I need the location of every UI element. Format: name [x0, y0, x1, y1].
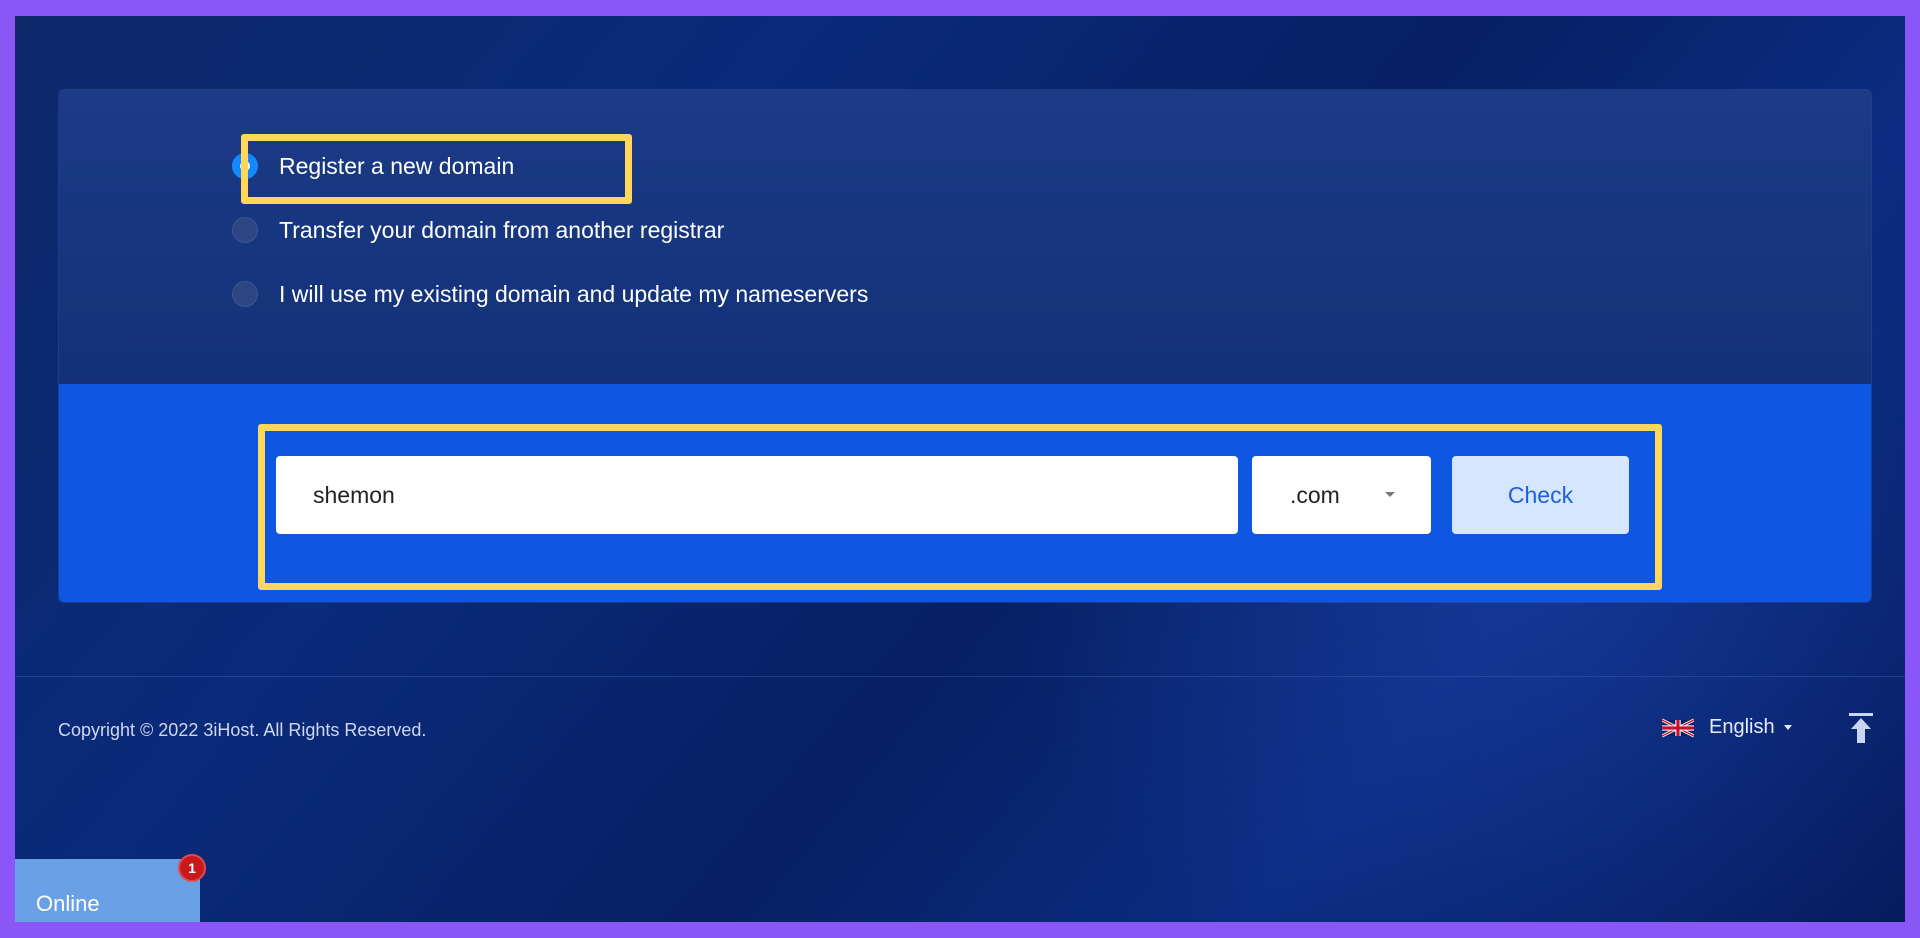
copyright-text: Copyright © 2022 3iHost. All Rights Rese…	[58, 720, 427, 740]
domain-search-input[interactable]	[276, 456, 1238, 534]
language-selector[interactable]: English	[1662, 716, 1792, 739]
tld-select[interactable]: .com	[1252, 456, 1431, 534]
option-register-new-domain[interactable]: Register a new domain	[232, 146, 514, 186]
tld-select-value: .com	[1290, 481, 1340, 508]
radio-transfer-domain[interactable]	[232, 217, 258, 243]
language-label: English	[1709, 716, 1775, 738]
option-transfer-domain[interactable]: Transfer your domain from another regist…	[232, 210, 724, 250]
check-button[interactable]: Check	[1452, 456, 1629, 534]
radio-register-new-domain[interactable]	[232, 153, 258, 179]
uk-flag-icon	[1662, 718, 1694, 737]
page-frame: Register a new domain Transfer your doma…	[15, 16, 1905, 922]
option-label: Transfer your domain from another regist…	[279, 216, 725, 243]
radio-existing-domain[interactable]	[232, 281, 258, 307]
option-label: Register a new domain	[279, 152, 515, 179]
arrow-up-to-line-icon[interactable]	[1848, 712, 1874, 744]
option-label: I will use my existing domain and update…	[279, 280, 869, 307]
option-existing-domain[interactable]: I will use my existing domain and update…	[232, 274, 868, 314]
chevron-down-icon	[1385, 492, 1395, 497]
footer-divider	[15, 676, 1905, 677]
caret-down-icon	[1783, 725, 1792, 730]
online-chat-label: Online	[36, 891, 100, 916]
notification-badge: 1	[178, 854, 206, 882]
online-chat-button[interactable]: Online	[15, 859, 200, 922]
